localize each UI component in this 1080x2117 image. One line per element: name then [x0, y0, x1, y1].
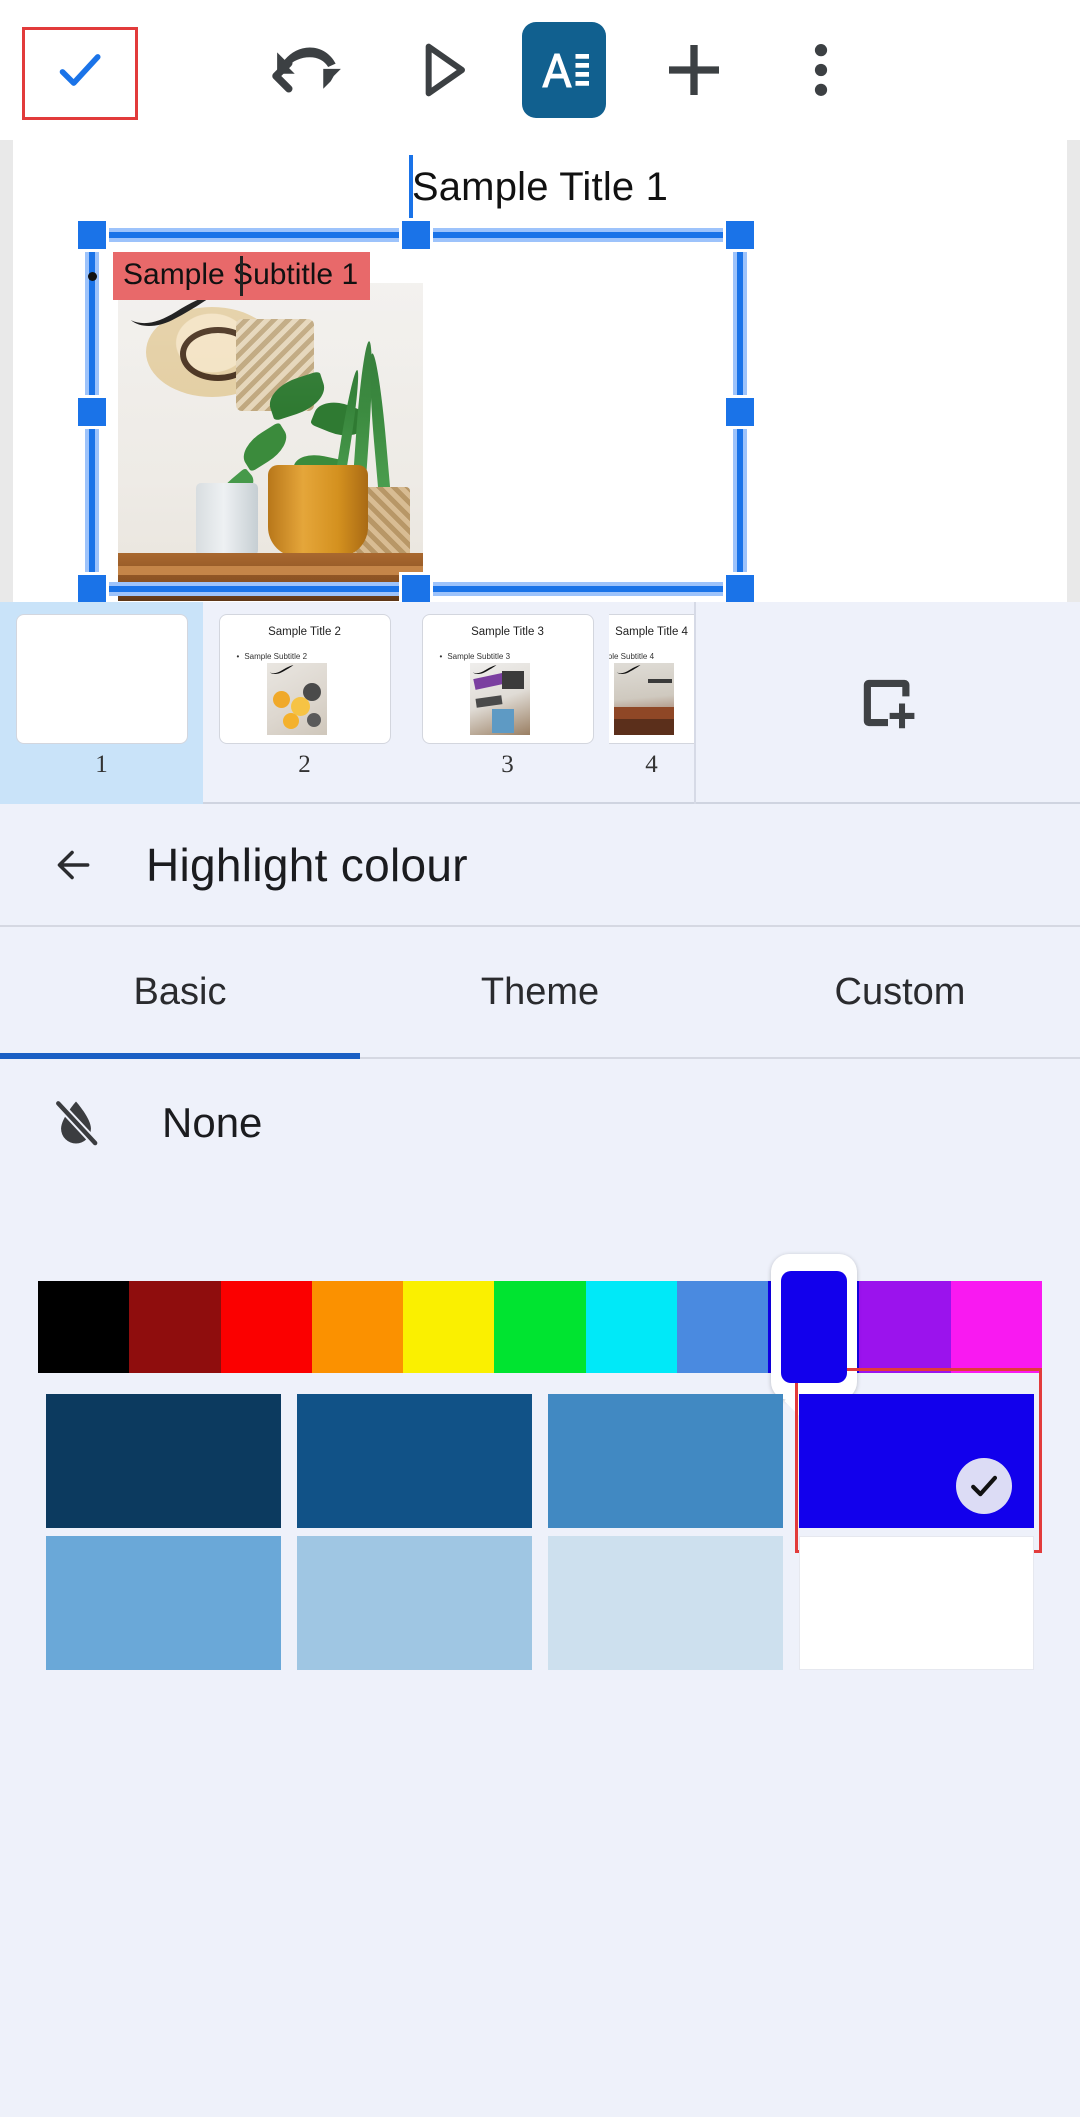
shade-cell-4[interactable]: [38, 1532, 289, 1674]
shade-swatch-2[interactable]: [548, 1394, 783, 1528]
resize-handle-top-center[interactable]: [399, 218, 433, 252]
shade-grid[interactable]: [38, 1368, 1042, 1674]
thumbnail-card: Sample Title 4 Sample Subtitle 4: [609, 614, 694, 744]
slide-title[interactable]: Sample Title 1: [13, 165, 1067, 210]
thumbnail-number: 3: [501, 751, 514, 778]
bullet-icon: [88, 271, 97, 281]
undo-icon[interactable]: [264, 25, 354, 115]
hue-selected-marker: [770, 1254, 857, 1400]
hue-swatch-5[interactable]: [494, 1281, 586, 1373]
no-color-droplet-icon: [54, 1098, 100, 1147]
hue-swatch-0[interactable]: [38, 1281, 130, 1373]
hue-swatch-10[interactable]: [950, 1281, 1042, 1373]
back-arrow-icon[interactable]: [46, 843, 100, 887]
shade-swatch-4[interactable]: [46, 1536, 281, 1670]
color-tabs: Basic Theme Custom: [0, 927, 1080, 1059]
thumbnail-slide-3[interactable]: Sample Title 3 Sample Subtitle 3 3: [406, 602, 609, 804]
shade-swatch-6[interactable]: [548, 1536, 783, 1670]
hue-strip[interactable]: [38, 1281, 1042, 1373]
text-format-icon: [542, 53, 589, 88]
shade-swatch-7[interactable]: [799, 1536, 1034, 1670]
thumbnail-slide-4[interactable]: Sample Title 4 Sample Subtitle 4 4: [609, 602, 694, 804]
panel-header: Highlight colour: [0, 804, 1080, 927]
shade-cell-2[interactable]: [540, 1390, 791, 1532]
none-label: None: [162, 1098, 263, 1146]
hue-swatch-7[interactable]: [676, 1281, 769, 1373]
thumbnail-title: Sample Title 3: [471, 626, 544, 638]
resize-handle-bottom-left[interactable]: [75, 572, 109, 606]
selected-check-badge: [956, 1458, 1012, 1514]
thumbnail-title: Sample Title 4: [615, 626, 688, 638]
shade-cell-7[interactable]: [791, 1532, 1042, 1674]
hue-swatch-3[interactable]: [311, 1281, 404, 1373]
thumbnail-number: 2: [298, 751, 311, 778]
add-slide-button[interactable]: [694, 602, 1080, 804]
hue-selected-swatch: [780, 1271, 847, 1383]
shade-swatch-1[interactable]: [297, 1394, 532, 1528]
thumbnail-number: 4: [645, 751, 658, 778]
hue-swatch-4[interactable]: [403, 1281, 495, 1373]
thumbnail-slide-1[interactable]: 1: [0, 602, 203, 804]
shade-cell-6[interactable]: [540, 1532, 791, 1674]
resize-handle-top-left[interactable]: [75, 218, 109, 252]
thumbnail-image: [266, 663, 327, 735]
nike-swoosh-icon: [269, 665, 293, 675]
more-options-icon[interactable]: [786, 30, 856, 110]
nike-swoosh-icon: [472, 665, 496, 675]
resize-handle-middle-right[interactable]: [723, 395, 757, 429]
check-icon: [971, 1475, 998, 1497]
app-root: Sample Title 1 Sample Subtitle 1 1 Sampl…: [0, 0, 1080, 2117]
thumbnail-card: Sample Title 2 Sample Subtitle 2: [218, 614, 391, 744]
hue-swatch-1[interactable]: [129, 1281, 221, 1373]
shade-swatch-5[interactable]: [297, 1536, 532, 1670]
thumbnail-subtitle: Sample Subtitle 3: [440, 652, 510, 661]
subtitle-text-caret: [240, 256, 243, 296]
thumbnail-image: [613, 663, 674, 735]
add-slide-icon: [863, 679, 915, 729]
slide-page[interactable]: Sample Title 1 Sample Subtitle 1: [13, 140, 1067, 606]
resize-handle-bottom-center[interactable]: [399, 572, 433, 606]
shade-cell-0[interactable]: [38, 1390, 289, 1532]
hue-swatch-9[interactable]: [859, 1281, 951, 1373]
thumbnail-card: Sample Title 3 Sample Subtitle 3: [421, 614, 594, 744]
thumbnail-title: Sample Title 2: [268, 626, 341, 638]
resize-handle-top-right[interactable]: [723, 218, 757, 252]
top-toolbar: [0, 0, 1080, 140]
nike-swoosh-icon: [616, 665, 640, 675]
thumbnail-subtitle: Sample Subtitle 4: [609, 652, 654, 661]
slide-filmstrip[interactable]: 1 Sample Title 2 Sample Subtitle 2 2: [0, 602, 1080, 804]
slide-subtitle-row[interactable]: Sample Subtitle 1: [88, 252, 371, 300]
shade-cell-5[interactable]: [289, 1532, 540, 1674]
text-format-button[interactable]: [522, 22, 606, 118]
tab-theme[interactable]: Theme: [360, 927, 720, 1057]
tab-custom[interactable]: Custom: [720, 927, 1080, 1057]
resize-handle-middle-left[interactable]: [75, 395, 109, 429]
title-text-caret: [409, 155, 413, 221]
shade-cell-1[interactable]: [289, 1390, 540, 1532]
shade-cell-3[interactable]: [791, 1368, 1042, 1553]
thumbnail-number: 1: [95, 751, 108, 778]
hue-swatch-6[interactable]: [585, 1281, 677, 1373]
thumbnail-card: [15, 614, 188, 744]
check-icon: [59, 54, 101, 86]
thumbnail-subtitle: Sample Subtitle 2: [237, 652, 307, 661]
panel-title: Highlight colour: [146, 838, 468, 891]
thumbnail-slide-2[interactable]: Sample Title 2 Sample Subtitle 2 2: [203, 602, 406, 804]
shade-swatch-0[interactable]: [46, 1394, 281, 1528]
hue-swatch-2[interactable]: [220, 1281, 312, 1373]
thumbnail-image: [469, 663, 530, 735]
none-option-row[interactable]: None: [0, 1059, 1080, 1186]
done-button[interactable]: [0, 0, 160, 140]
tab-basic[interactable]: Basic: [0, 927, 360, 1059]
present-play-icon[interactable]: [402, 30, 482, 110]
hue-strip-wrapper: [0, 1186, 1080, 1400]
add-icon[interactable]: [654, 30, 734, 110]
resize-handle-bottom-right[interactable]: [723, 572, 757, 606]
slide-canvas[interactable]: Sample Title 1 Sample Subtitle 1: [0, 140, 1080, 606]
